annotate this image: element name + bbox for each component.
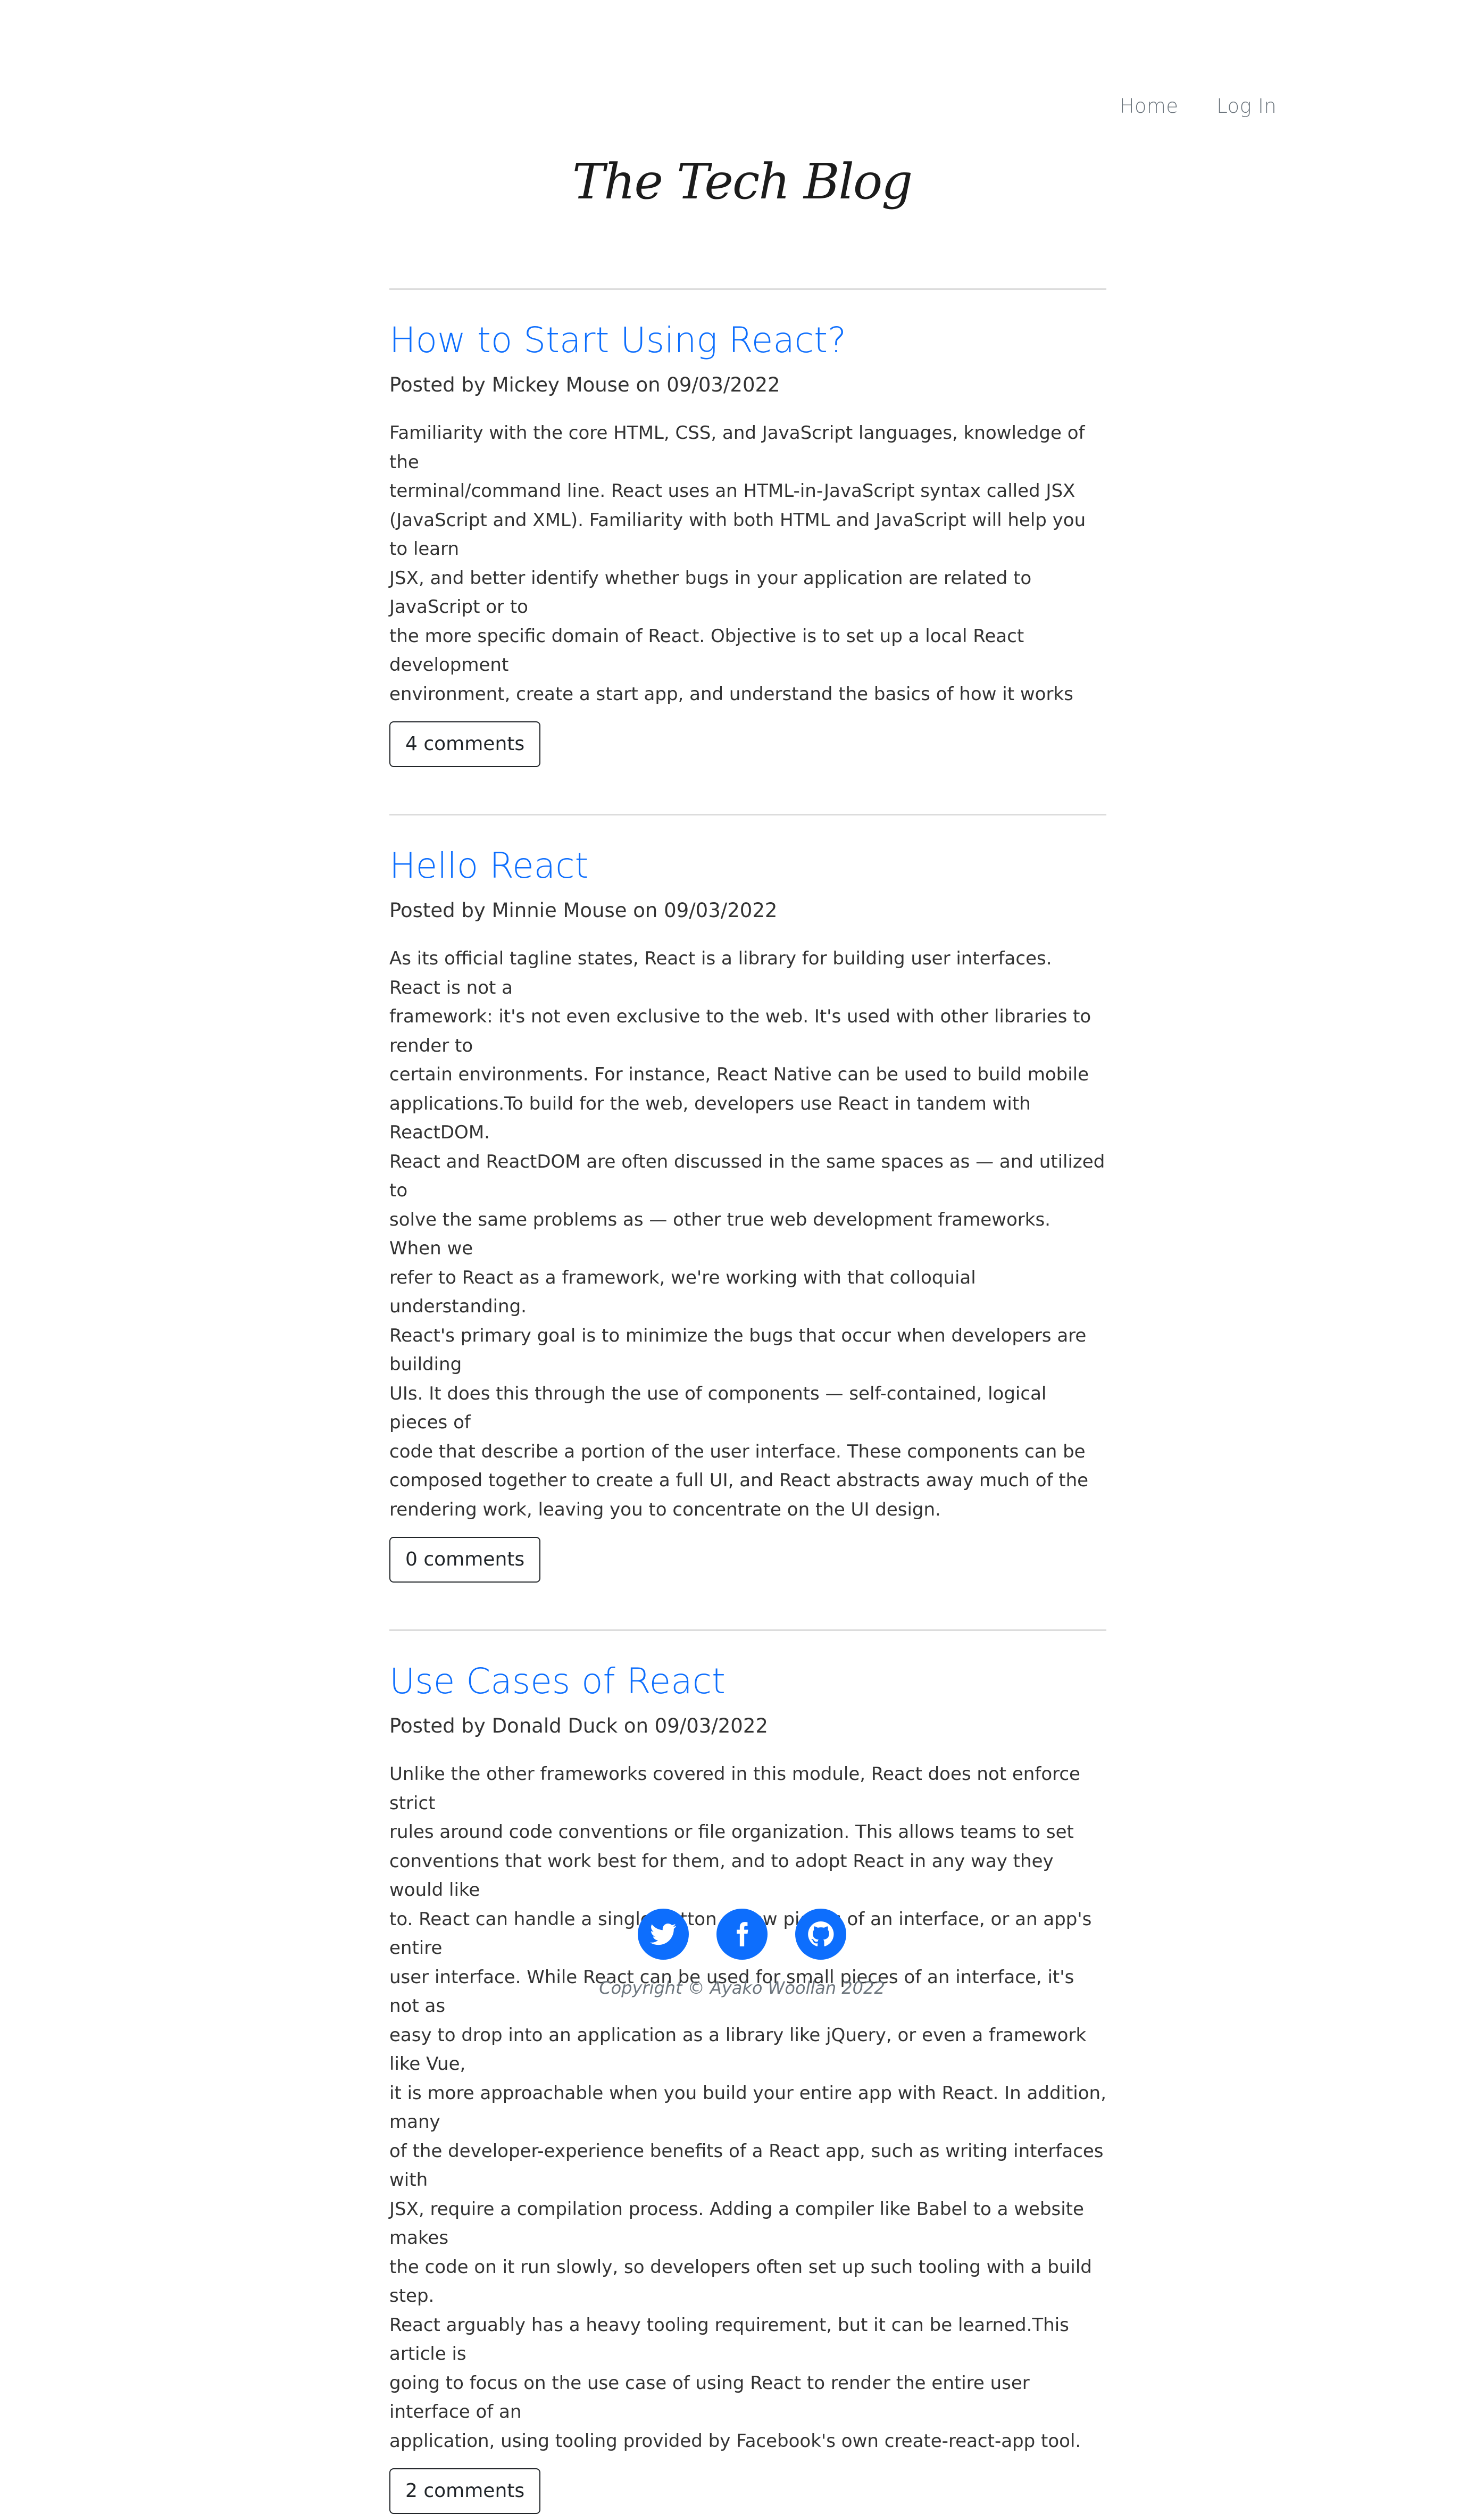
- post-card: How to Start Using React? Posted by Mick…: [389, 288, 1106, 767]
- post-meta: Posted by Donald Duck on 09/03/2022: [389, 1714, 768, 1737]
- post-title-link[interactable]: Hello React: [389, 842, 1106, 890]
- copyright-text: Copyright © Ayako Woollan 2022: [599, 1978, 885, 1998]
- twitter-icon: [650, 1924, 677, 1945]
- comments-button[interactable]: 0 comments: [389, 1537, 541, 1583]
- post-body: As its official tagline states, React is…: [389, 948, 1105, 1520]
- top-nav: Home Log In: [1120, 95, 1277, 118]
- comments-button[interactable]: 2 comments: [389, 2468, 541, 2514]
- post-spacer: [389, 1583, 1106, 1629]
- post-body: Familiarity with the core HTML, CSS, and…: [389, 422, 1086, 705]
- post-meta: Posted by Minnie Mouse on 09/03/2022: [389, 899, 778, 922]
- post-list: How to Start Using React? Posted by Mick…: [389, 288, 1106, 2514]
- post-meta: Posted by Mickey Mouse on 09/03/2022: [389, 373, 780, 396]
- twitter-link[interactable]: [638, 1909, 689, 1960]
- nav-home-link[interactable]: Home: [1120, 95, 1178, 118]
- post-card: Use Cases of React Posted by Donald Duck…: [389, 1629, 1106, 2514]
- facebook-link[interactable]: [716, 1909, 768, 1960]
- github-icon: [808, 1921, 834, 1946]
- site-logo[interactable]: The Tech Blog: [0, 153, 1484, 210]
- post-card: Hello React Posted by Minnie Mouse on 09…: [389, 814, 1106, 1583]
- github-link[interactable]: [795, 1909, 846, 1960]
- post-title-link[interactable]: How to Start Using React?: [389, 317, 1106, 364]
- social-links: [0, 1909, 1484, 1960]
- post-body: Unlike the other frameworks covered in t…: [389, 1763, 1106, 2452]
- comments-button[interactable]: 4 comments: [389, 721, 541, 767]
- nav-login-link[interactable]: Log In: [1216, 95, 1277, 118]
- post-title-link[interactable]: Use Cases of React: [389, 1658, 1106, 1705]
- facebook-icon: [737, 1922, 748, 1946]
- post-spacer: [389, 767, 1106, 814]
